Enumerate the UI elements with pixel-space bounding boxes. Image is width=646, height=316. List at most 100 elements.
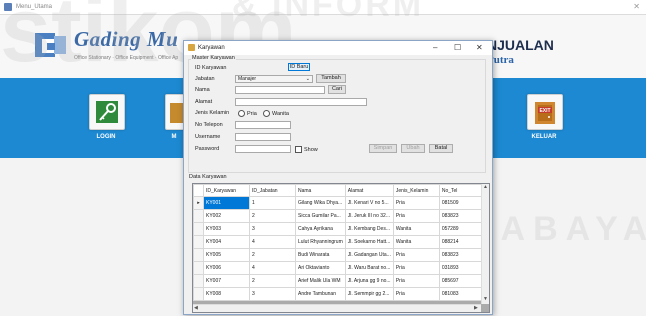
grid-cell[interactable]: Budi Winarata [295, 248, 346, 262]
grid-cell[interactable]: Jl. Arjuna gg 9 no... [344, 274, 394, 288]
col-header[interactable]: Alamat [344, 184, 394, 197]
radio-wanita-label: Wanita [272, 110, 289, 117]
grid-cell[interactable]: 1 [249, 196, 296, 210]
grid-corner [193, 184, 204, 197]
grid-cell[interactable]: 4 [249, 261, 296, 275]
grid-cell[interactable]: Pria [392, 274, 440, 288]
grid-cell[interactable]: KY007 [203, 274, 250, 288]
ubah-button[interactable]: Ubah [401, 144, 425, 153]
scroll-right-icon[interactable]: ▶ [474, 305, 478, 311]
col-header[interactable]: Jenis_Kelamin [392, 184, 440, 197]
grid-cell[interactable]: KY004 [203, 235, 250, 249]
grid-cell[interactable]: Arief Malik Ula WM [295, 274, 346, 288]
exit-door-icon: EXIT [527, 94, 563, 130]
maximize-icon[interactable]: ☐ [454, 43, 461, 52]
main-window-title: Menu_Utama [16, 4, 53, 10]
grid-cell[interactable]: KY005 [203, 248, 250, 262]
simpan-button[interactable]: Simpan [369, 144, 397, 153]
company-logo-icon [34, 30, 68, 60]
batal-button[interactable]: Batal [429, 144, 453, 153]
minimize-icon[interactable]: – [433, 43, 437, 52]
grid-cell[interactable]: KY008 [203, 287, 250, 301]
grid-cell[interactable]: KY003 [203, 222, 250, 236]
radio-pria-label: Pria [247, 110, 257, 117]
table-row[interactable]: KY006 4 Ari Oktavianto Jl. Waru Barat no… [193, 261, 488, 275]
grid-cell[interactable]: Sicca Gumilar Pa... [295, 209, 346, 223]
col-header[interactable]: ID_Jabatan [249, 184, 296, 197]
dialog-title-bar: Karyawan – ☐ ✕ [184, 41, 492, 55]
grid-cell[interactable]: Pria [392, 209, 440, 223]
brand-tagline: Office Stationary · Office Equipment · O… [74, 55, 179, 61]
cari-button[interactable]: Cari [328, 85, 346, 94]
table-row[interactable]: ▸ KY001 1 Gilang Wika Dhya... Jl. Kenari… [193, 196, 488, 210]
grid-cell[interactable]: KY006 [203, 261, 250, 275]
grid-horizontal-scrollbar[interactable]: ◀ ▶ [193, 304, 481, 312]
username-input[interactable] [235, 133, 291, 141]
master-menu-button[interactable]: M [165, 94, 185, 140]
grid-cell[interactable]: Jl. Kenari V no 5... [344, 196, 394, 210]
grid-cell[interactable]: 3 [249, 222, 296, 236]
grid-cell[interactable]: Pria [392, 287, 440, 301]
grid-cell[interactable]: Pria [392, 248, 440, 262]
row-header [193, 274, 204, 288]
show-password-checkbox[interactable]: Show [295, 146, 318, 153]
scroll-up-icon[interactable]: ▲ [483, 184, 488, 190]
table-row[interactable]: KY008 3 Andre Tambunan Jl. Semmpir gg 2.… [193, 287, 488, 301]
exit-menu-button[interactable]: EXIT KELUAR [527, 94, 563, 140]
telepon-input[interactable] [235, 121, 291, 129]
col-header[interactable]: ID_Karyawan [203, 184, 250, 197]
table-row[interactable]: KY003 3 Cahya Ayrikana Jl. Kembang Des..… [193, 222, 488, 236]
radio-pria[interactable]: Pria [238, 110, 257, 117]
grid-cell[interactable]: Ari Oktavianto [295, 261, 346, 275]
scroll-left-icon[interactable]: ◀ [194, 305, 198, 311]
grid-cell[interactable]: Jl. Kembang Des... [344, 222, 394, 236]
grid-table: ID_Karyawan ID_Jabatan Nama Alamat Jenis… [193, 184, 488, 301]
grid-cell[interactable]: 2 [249, 248, 296, 262]
alamat-input[interactable] [235, 98, 367, 106]
alamat-label: Alamat [195, 99, 213, 105]
jabatan-value: Manajer [238, 76, 257, 82]
password-input[interactable] [235, 145, 291, 153]
grid-cell[interactable]: Jl. Soekarno Hatt... [344, 235, 394, 249]
karyawan-grid[interactable]: ID_Karyawan ID_Jabatan Nama Alamat Jenis… [192, 183, 490, 313]
table-row[interactable]: KY005 2 Budi Winarata Jl. Gadangan Uta..… [193, 248, 488, 262]
nama-input[interactable] [235, 86, 325, 94]
radio-wanita[interactable]: Wanita [263, 110, 289, 117]
grid-cell[interactable]: Jl. Jeruk III no 32... [344, 209, 394, 223]
karyawan-dialog: Karyawan – ☐ ✕ Master Karyawan ID Karyaw… [183, 40, 493, 315]
table-row[interactable]: KY004 4 Lulut Rhyanningrum Jl. Soekarno … [193, 235, 488, 249]
password-label: Password [195, 146, 220, 152]
grid-cell[interactable]: 4 [249, 235, 296, 249]
col-header[interactable]: Nama [295, 184, 346, 197]
master-karyawan-group: Master Karyawan ID Karyawan ID Baru Jaba… [188, 55, 486, 173]
grid-cell[interactable]: Jl. Waru Barat no... [344, 261, 394, 275]
login-menu-button[interactable]: LOGIN [89, 94, 125, 140]
grid-cell[interactable]: 3 [249, 287, 296, 301]
jenis-kelamin-label: Jenis Kelamin [195, 110, 230, 116]
grid-cell[interactable]: Pria [392, 261, 440, 275]
grid-cell[interactable]: Gilang Wika Dhya... [295, 196, 346, 210]
grid-cell[interactable]: Lulut Rhyanningrum [295, 235, 346, 249]
dialog-title: Karyawan [198, 45, 225, 51]
grid-cell[interactable]: Wanita [392, 222, 440, 236]
main-close-icon[interactable]: ✕ [633, 2, 640, 11]
close-icon[interactable]: ✕ [476, 43, 483, 52]
scroll-down-icon[interactable]: ▼ [483, 296, 488, 302]
id-baru-button[interactable]: ID Baru [288, 63, 310, 71]
grid-cell[interactable]: Jl. Semmpir gg 2... [344, 287, 394, 301]
grid-cell[interactable]: 2 [249, 274, 296, 288]
grid-cell[interactable]: Pria [392, 196, 440, 210]
app-icon [4, 3, 12, 11]
grid-cell[interactable]: Andre Tambunan [295, 287, 346, 301]
grid-cell[interactable]: Cahya Ayrikana [295, 222, 346, 236]
grid-cell[interactable]: KY002 [203, 209, 250, 223]
grid-cell[interactable]: Jl. Gadangan Uta... [344, 248, 394, 262]
table-row[interactable]: KY007 2 Arief Malik Ula WM Jl. Arjuna gg… [193, 274, 488, 288]
grid-cell[interactable]: Wanita [392, 235, 440, 249]
tambah-button[interactable]: Tambah [316, 74, 346, 83]
table-row[interactable]: KY002 2 Sicca Gumilar Pa... Jl. Jeruk II… [193, 209, 488, 223]
jabatan-combo[interactable]: Manajer ⌄ [235, 75, 313, 83]
grid-cell[interactable]: 2 [249, 209, 296, 223]
grid-vertical-scrollbar[interactable]: ▲ ▼ [481, 184, 489, 304]
grid-cell[interactable]: KY001 [203, 196, 250, 210]
